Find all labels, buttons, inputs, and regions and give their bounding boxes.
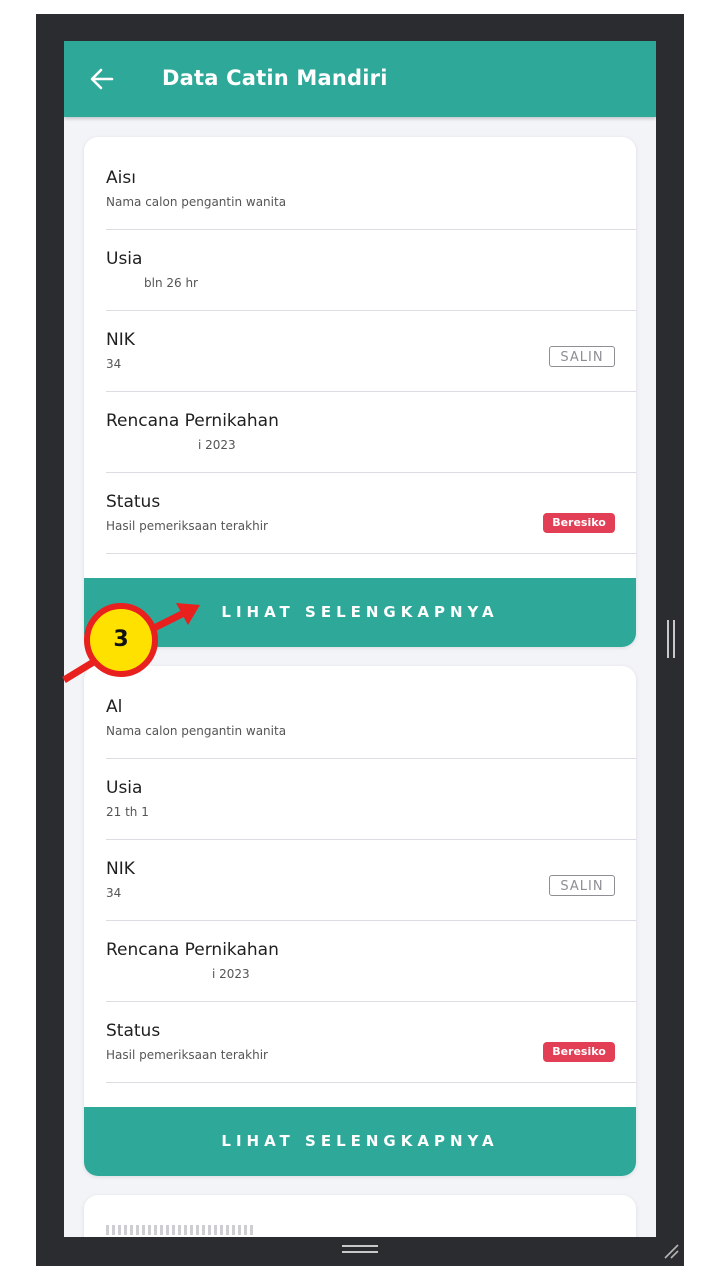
step-callout: 3 <box>84 603 158 677</box>
